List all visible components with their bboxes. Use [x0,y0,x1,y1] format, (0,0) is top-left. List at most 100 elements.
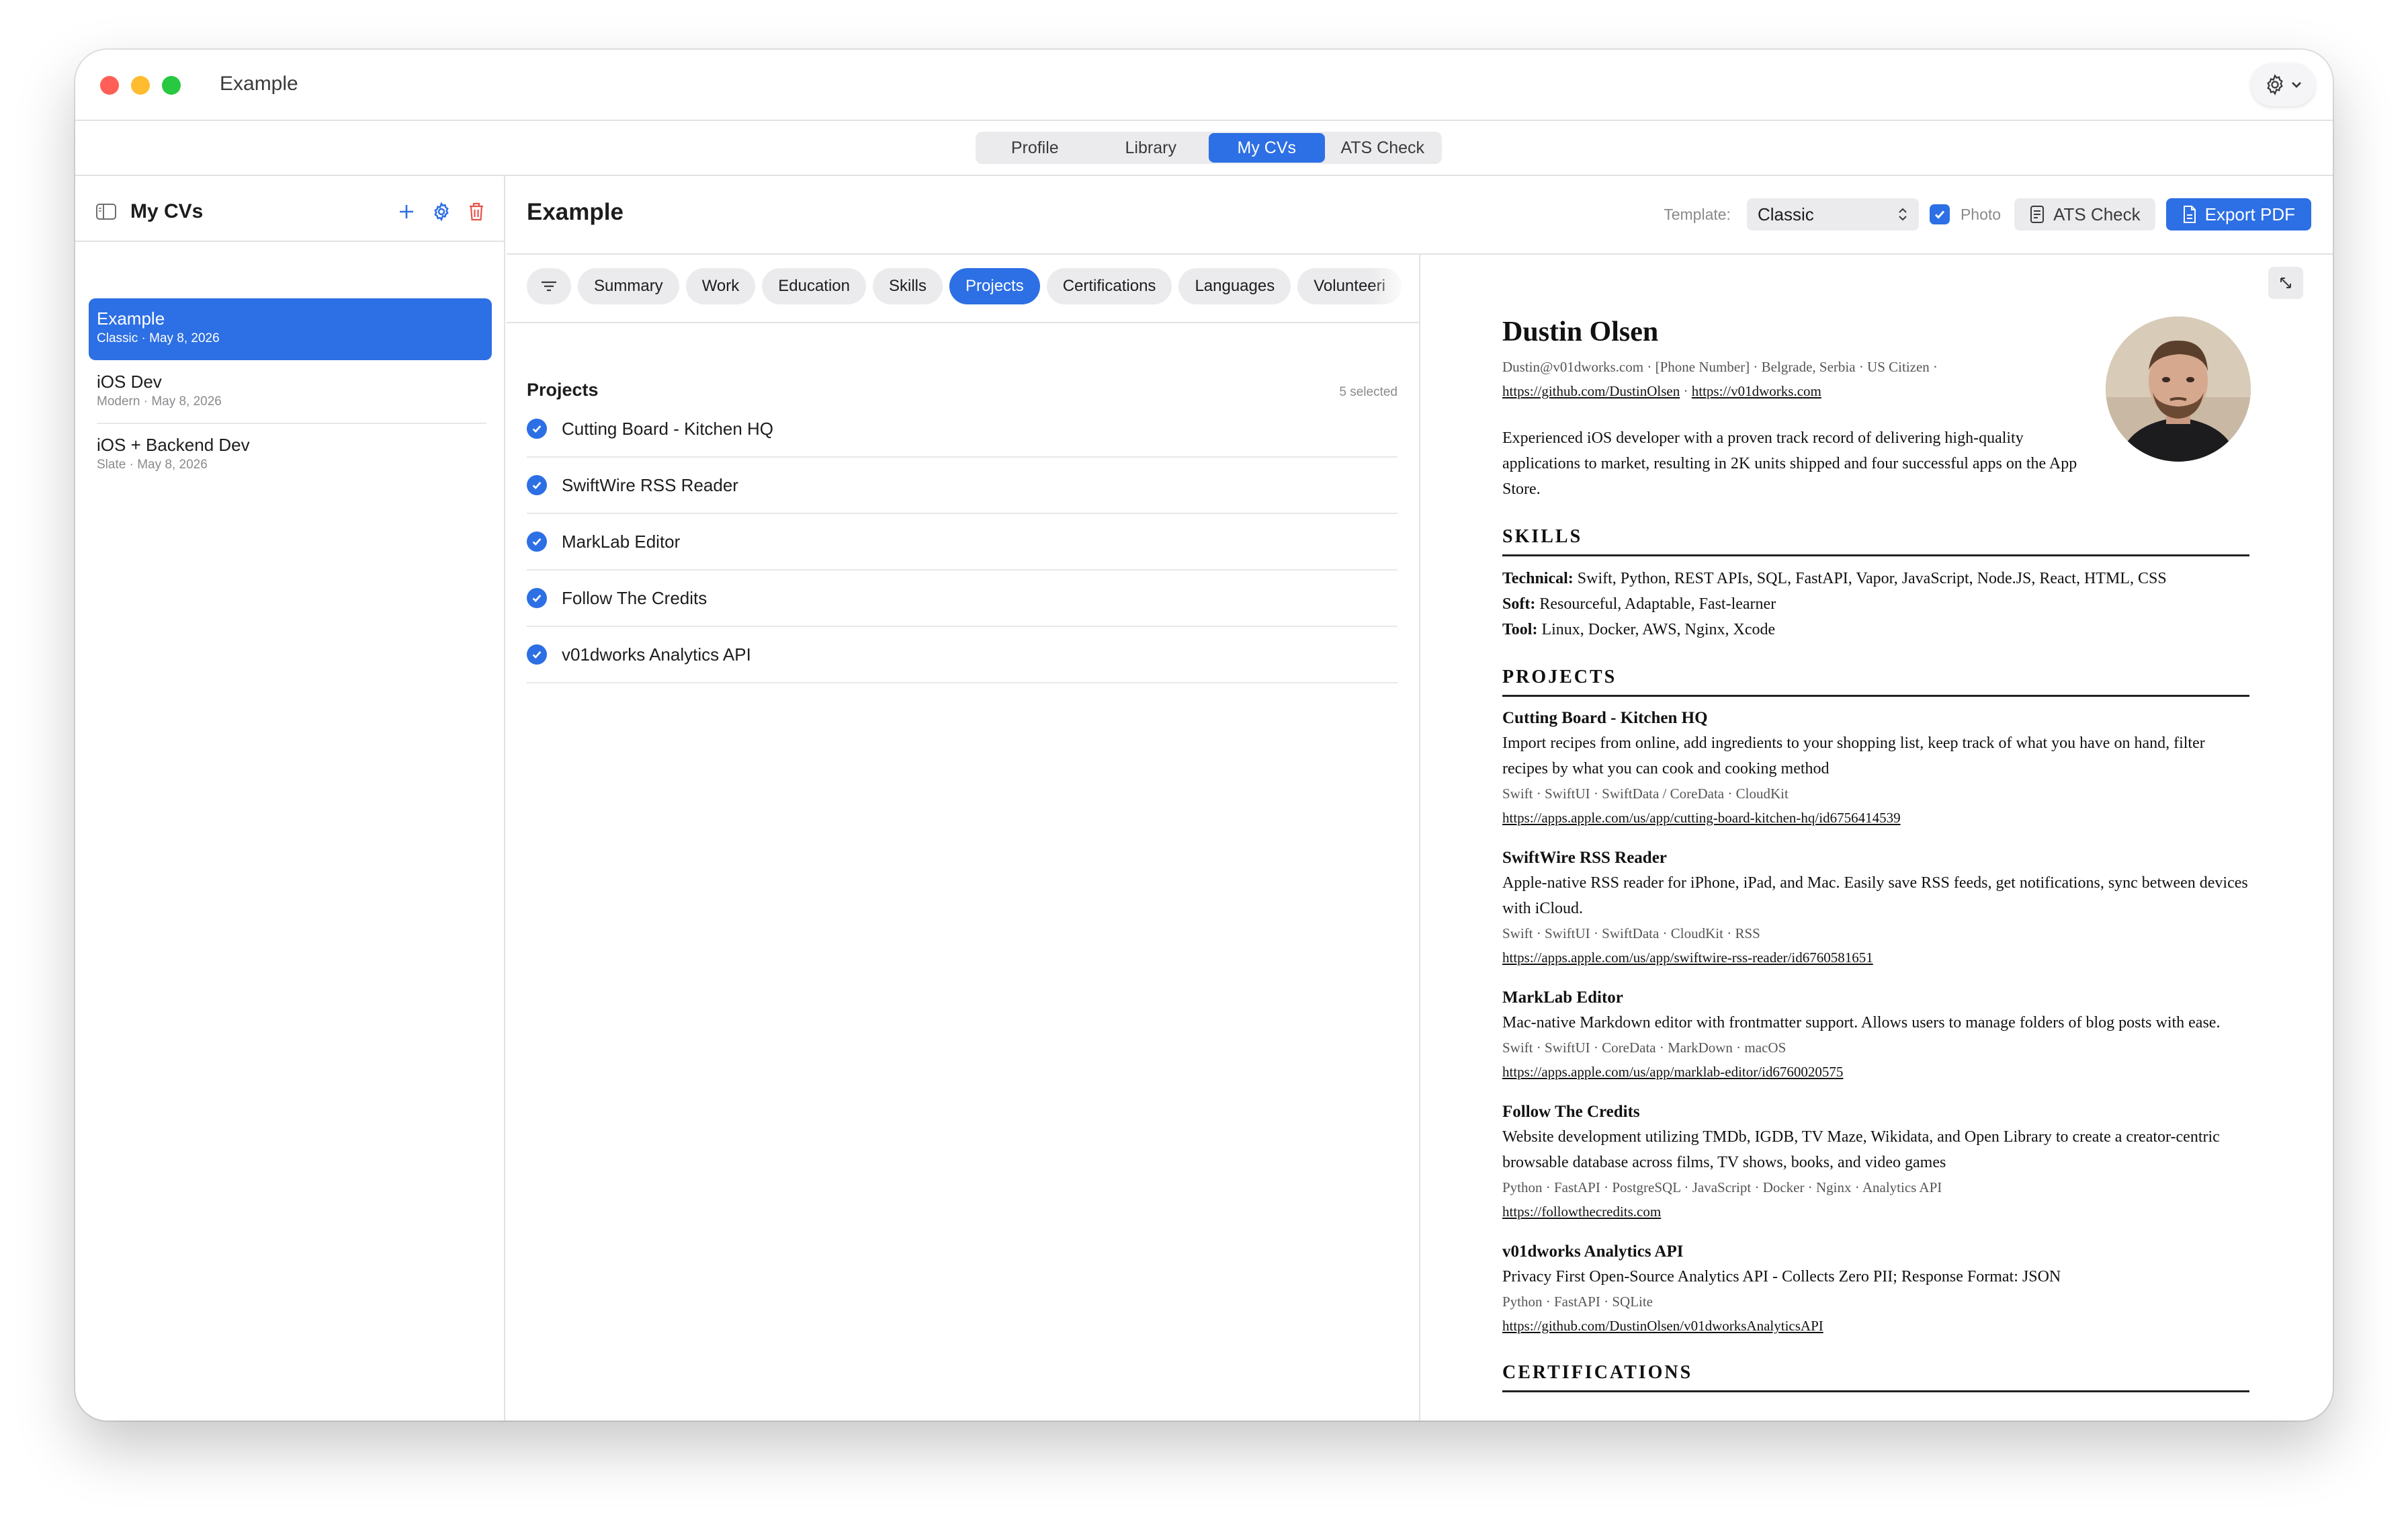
section-chip-work[interactable]: Work [685,268,756,304]
project-row[interactable]: MarkLab Editor [527,514,1398,571]
cv-project: Follow The Credits Website development u… [1502,1100,2249,1224]
cv-project: Cutting Board - Kitchen HQ Import recipe… [1502,706,2249,830]
section-chip-education[interactable]: Education [762,268,866,304]
cv-list-item[interactable]: Example Classic · May 8, 2026 [89,298,492,360]
gear-icon [2267,74,2283,95]
section-chip-languages[interactable]: Languages [1178,268,1291,304]
checkmark-icon [532,425,542,433]
title-bar: Example [75,50,2333,120]
projects-heading: PROJECTS [1502,667,2249,697]
cv-project-description: Import recipes from online, add ingredie… [1502,734,2205,777]
ats-check-button[interactable]: ATS Check [2014,198,2155,230]
cv-name: iOS Dev [97,372,162,392]
cv-document: Dustin Olsen Dustin@v01dworks.com · [Pho… [1502,315,2249,1392]
sidebar-toggle-icon[interactable] [95,203,117,220]
selected-count: 5 selected [1339,385,1398,399]
gear-icon[interactable] [431,202,452,222]
project-row[interactable]: v01dworks Analytics API [527,627,1398,683]
trash-icon[interactable] [468,202,485,222]
plus-icon[interactable] [398,203,415,220]
project-row[interactable]: Cutting Board - Kitchen HQ [527,401,1398,458]
zoom-window-button[interactable] [162,76,181,95]
chevron-updown-icon [1899,208,1907,221]
checkmark-icon [532,482,542,490]
document-icon [2030,206,2045,223]
cv-preview-pane[interactable]: Dustin Olsen Dustin@v01dworks.com · [Pho… [1422,255,2333,1421]
cv-meta: Slate · May 8, 2026 [97,458,208,472]
cv-list-item[interactable]: iOS Dev Modern · May 8, 2026 [89,362,492,423]
cv-project-link[interactable]: https://apps.apple.com/us/app/marklab-ed… [1502,1060,2249,1084]
certifications-heading: CERTIFICATIONS [1502,1362,2249,1392]
profile-photo [2106,316,2251,462]
sidebar-divider [75,241,505,242]
project-checkbox[interactable] [527,419,547,439]
tab-profile[interactable]: Profile [977,133,1093,163]
minimize-window-button[interactable] [131,76,150,95]
document-icon [2183,206,2196,223]
section-chip-certifications[interactable]: Certifications [1046,268,1172,304]
cv-project-description: Apple-native RSS reader for iPhone, iPad… [1502,874,2248,917]
cv-list-item[interactable]: iOS + Backend Dev Slate · May 8, 2026 [89,425,492,487]
project-checkbox[interactable] [527,532,547,552]
cv-project-link[interactable]: https://apps.apple.com/us/app/swiftwire-… [1502,945,2249,970]
cv-meta: Modern · May 8, 2026 [97,394,222,409]
photo-checkbox[interactable] [1929,204,1950,224]
editor-toolbar: Template: Classic Photo ATS Check Export… [1664,198,2311,231]
tab-ats-check[interactable]: ATS Check [1325,133,1441,163]
template-label: Template: [1664,205,1731,223]
cv-meta: Classic · May 8, 2026 [97,331,220,345]
checkmark-icon [532,651,542,659]
project-row[interactable]: Follow The Credits [527,571,1398,627]
project-checkbox[interactable] [527,588,547,608]
cv-project-title: SwiftWire RSS Reader [1502,849,1667,867]
tab-library[interactable]: Library [1093,133,1209,163]
settings-menu-button[interactable] [2251,63,2315,106]
template-value: Classic [1757,204,1814,224]
projects-list-title: Projects [527,380,599,400]
template-select[interactable]: Classic [1746,198,1919,230]
app-window: Example Profile Library My CVs ATS Check… [75,50,2333,1421]
expand-icon [2280,278,2291,288]
skill-line: Technical: Swift, Python, REST APIs, SQL… [1502,570,2167,587]
tab-my-cvs[interactable]: My CVs [1209,133,1325,163]
cv-list-separator [97,423,486,424]
cv-name: iOS + Backend Dev [97,435,250,455]
project-row[interactable]: SwiftWire RSS Reader [527,458,1398,514]
title-divider [75,120,2333,121]
link-separator: · [1683,383,1688,399]
cv-project-title: Follow The Credits [1502,1103,1640,1121]
skills-heading: SKILLS [1502,526,2249,556]
website-link[interactable]: https://v01dworks.com [1692,383,1821,399]
cv-project-description: Mac-native Markdown editor with frontmat… [1502,1014,2221,1031]
cv-project-link[interactable]: https://followthecredits.com [1502,1199,2249,1224]
section-editor-pane: Summary Work Education Skills Projects C… [507,255,1420,1421]
export-pdf-label: Export PDF [2204,204,2295,224]
photo-label: Photo [1960,205,2002,223]
cv-project: SwiftWire RSS Reader Apple-native RSS re… [1502,846,2249,970]
cv-project-link[interactable]: https://apps.apple.com/us/app/cutting-bo… [1502,806,2249,830]
chip-bar-divider [507,322,1419,323]
section-chip-projects[interactable]: Projects [949,268,1040,304]
checkmark-icon [532,538,542,546]
project-checkbox[interactable] [527,475,547,495]
section-chip-summary[interactable]: Summary [578,268,679,304]
cv-project-tech: Swift · SwiftUI · CoreData · MarkDown · … [1502,1040,1787,1056]
expand-preview-button[interactable] [2268,267,2303,299]
project-checkbox[interactable] [527,644,547,665]
projects-list-header: Projects 5 selected [527,380,1398,400]
close-window-button[interactable] [100,76,119,95]
export-pdf-button[interactable]: Export PDF [2165,198,2311,230]
cv-project-link[interactable]: https://github.com/DustinOlsen/v01dworks… [1502,1314,2249,1338]
project-name: MarkLab Editor [562,531,681,552]
checkmark-icon [1934,210,1945,219]
filter-button[interactable] [527,268,571,304]
cv-project: MarkLab Editor Mac-native Markdown edito… [1502,986,2249,1084]
project-name: SwiftWire RSS Reader [562,474,738,495]
project-name: Follow The Credits [562,587,707,608]
github-link[interactable]: https://github.com/DustinOlsen [1502,383,1680,399]
sidebar-header: My CVs [95,195,485,228]
skills-block: Technical: Swift, Python, REST APIs, SQL… [1502,566,2249,642]
project-name: Cutting Board - Kitchen HQ [562,418,774,439]
section-chip-skills[interactable]: Skills [873,268,943,304]
cv-project: v01dworks Analytics API Privacy First Op… [1502,1240,2249,1338]
